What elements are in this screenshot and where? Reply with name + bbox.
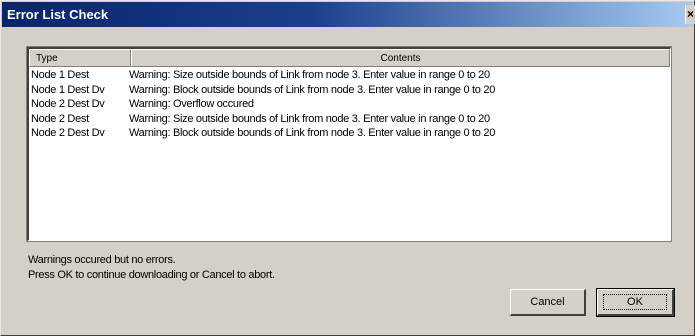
close-icon[interactable]: × — [685, 5, 695, 24]
list-item[interactable]: Node 2 Dest Dv Warning: Block outside bo… — [31, 126, 668, 141]
row-type: Node 1 Dest — [31, 69, 89, 81]
row-contents: Warning: Size outside bounds of Link fro… — [129, 69, 490, 81]
row-contents: Warning: Overflow occured — [129, 98, 254, 110]
row-type: Node 2 Dest Dv — [31, 127, 105, 139]
list-item[interactable]: Node 2 Dest Dv Warning: Overflow occured — [31, 97, 668, 112]
row-type: Node 2 Dest — [31, 112, 89, 125]
list-item[interactable]: Node 1 Dest Warning: Size outside bounds… — [31, 68, 668, 83]
column-header-contents[interactable]: Contents — [131, 49, 670, 67]
list-item[interactable]: Node 2 Dest Warning: Size outside bounds… — [31, 112, 668, 127]
ok-button-label: OK — [627, 296, 643, 308]
row-type: Node 1 Dest Dv — [31, 83, 105, 96]
instruction-message: Press OK to continue downloading or Canc… — [28, 269, 275, 281]
list-item[interactable]: Node 1 Dest Dv Warning: Block outside bo… — [31, 83, 668, 98]
row-contents: Warning: Block outside bounds of Link fr… — [129, 83, 496, 96]
title-bar[interactable]: Error List Check × — [2, 2, 695, 27]
column-header-type[interactable]: Type — [29, 49, 131, 67]
cancel-button[interactable]: Cancel — [510, 289, 586, 316]
row-contents: Warning: Block outside bounds of Link fr… — [129, 127, 496, 139]
error-list[interactable]: Type Contents Node 1 Dest Warning: Size … — [26, 46, 672, 242]
error-list-rows: Node 1 Dest Warning: Size outside bounds… — [31, 68, 668, 141]
row-type: Node 2 Dest Dv — [31, 98, 105, 110]
error-list-check-dialog: Error List Check × Type Contents Node 1 … — [0, 0, 695, 336]
status-message: Warnings occured but no errors. — [28, 254, 176, 266]
ok-button[interactable]: OK — [596, 288, 675, 317]
window-title: Error List Check — [7, 7, 109, 22]
row-contents: Warning: Size outside bounds of Link fro… — [129, 112, 490, 125]
